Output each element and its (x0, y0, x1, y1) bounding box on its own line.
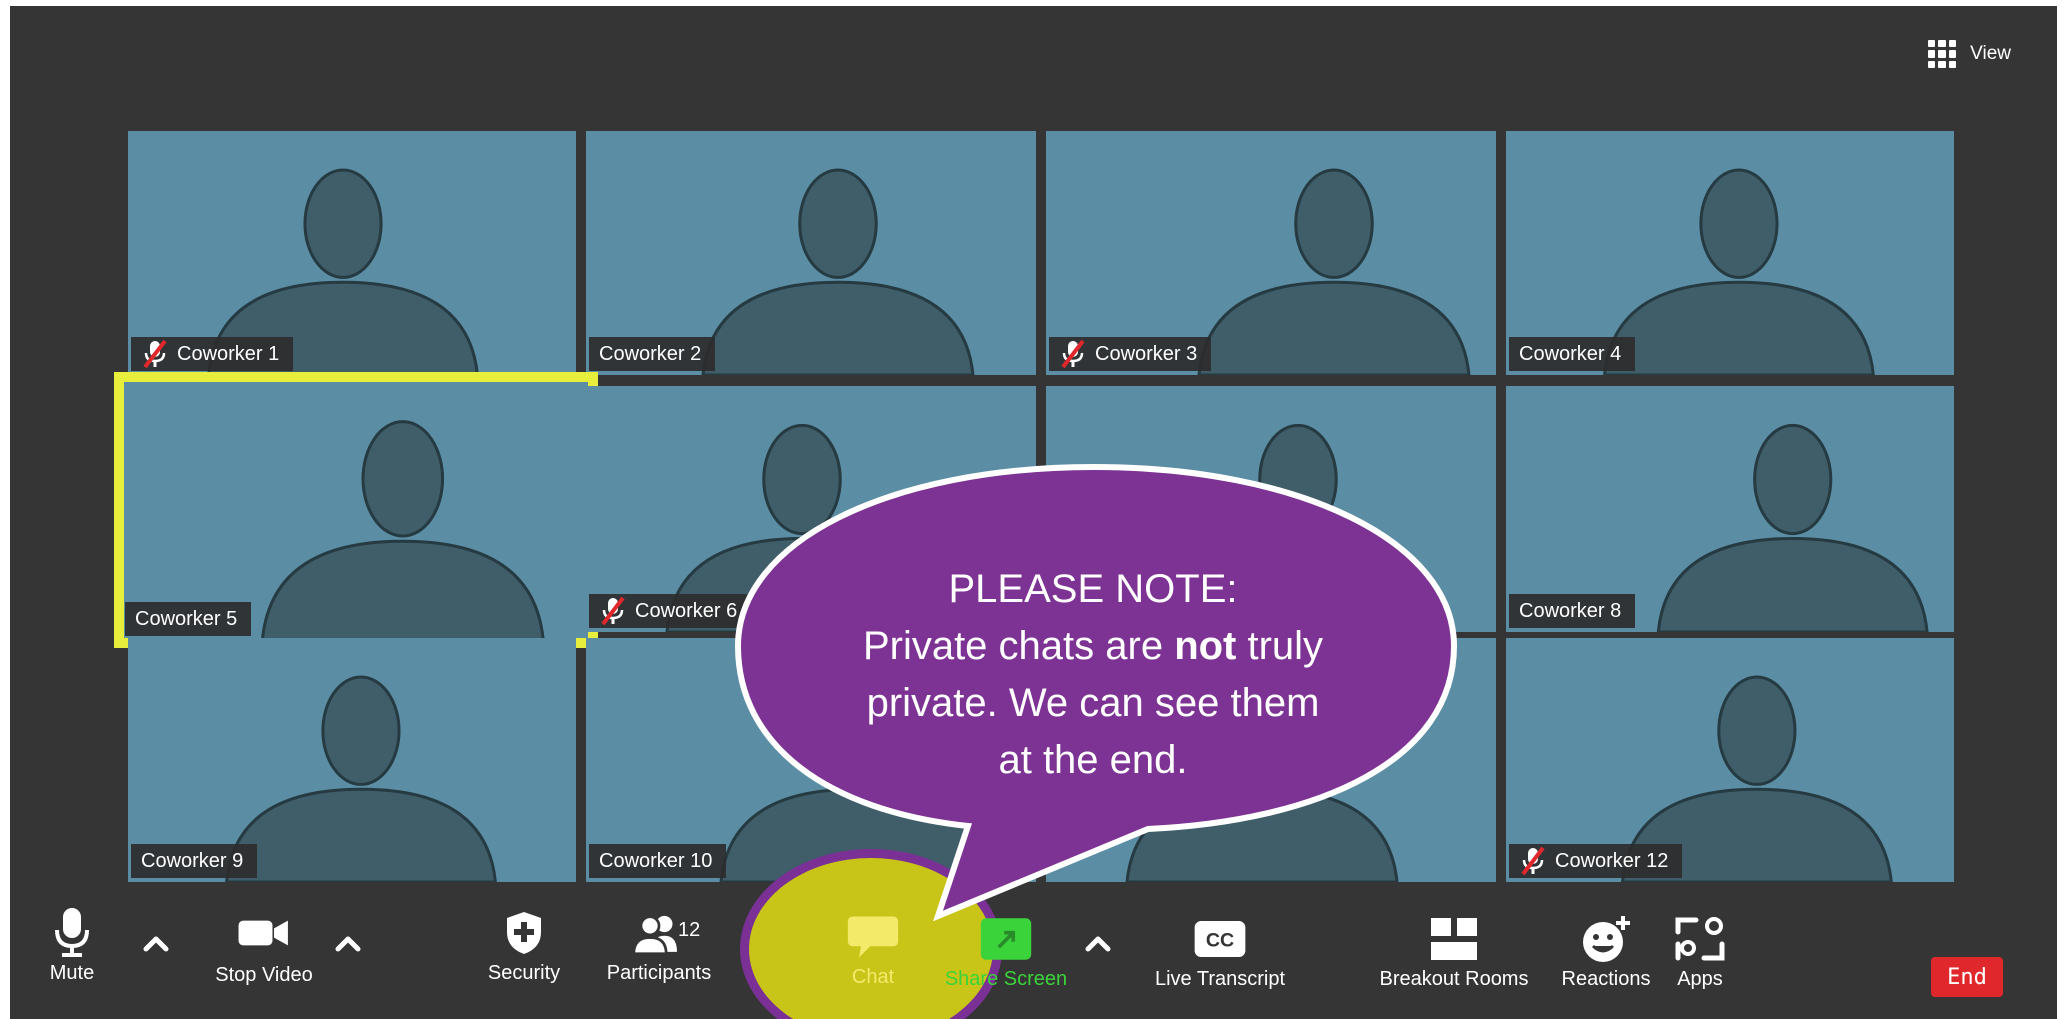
grid-icon (1928, 40, 1957, 68)
participant-name: Coworker 2 (599, 342, 702, 365)
muted-microphone-icon (1521, 846, 1545, 876)
breakout-rooms-label: Breakout Rooms (1379, 968, 1529, 990)
share-options-chevron[interactable] (1082, 928, 1114, 960)
participants-count: 12 (678, 919, 701, 941)
video-options-chevron[interactable] (332, 928, 364, 960)
video-tile-coworker-2[interactable]: Coworker 2 (586, 131, 1036, 375)
mute-label: Mute (49, 962, 95, 984)
breakout-rooms-icon (1427, 912, 1481, 966)
video-camera-icon (237, 906, 291, 960)
participant-name: Coworker 1 (177, 342, 280, 365)
video-tile-coworker-1[interactable]: Coworker 1 (128, 131, 576, 375)
participant-name-label: Coworker 8 (1509, 594, 1636, 628)
live-transcript-button[interactable]: CC Live Transcript (1150, 912, 1290, 991)
stop-video-button[interactable]: Stop Video (196, 906, 332, 987)
microphone-icon (45, 906, 99, 960)
view-label: View (1970, 43, 2011, 64)
participant-name: Coworker 3 (1095, 342, 1198, 365)
video-tile-coworker-6[interactable]: Coworker 6 (586, 386, 1036, 632)
view-button[interactable]: View (1928, 36, 2011, 72)
person-silhouette (1125, 675, 1399, 882)
muted-microphone-icon (1061, 339, 1085, 369)
video-tile-coworker-7[interactable] (1046, 386, 1496, 632)
share-screen-icon (979, 912, 1033, 966)
muted-microphone-icon (601, 596, 625, 626)
chat-label: Chat (851, 966, 895, 988)
video-tile-coworker-11[interactable] (1046, 638, 1496, 882)
participant-name-label: Coworker 4 (1509, 337, 1636, 371)
participant-name-label: Coworker 3 (1049, 337, 1212, 371)
video-tile-coworker-8[interactable]: Coworker 8 (1506, 386, 1954, 632)
participant-name: Coworker 9 (141, 849, 244, 872)
apps-label: Apps (1677, 968, 1723, 990)
participant-name-label: Coworker 10 (589, 844, 727, 878)
shield-icon (497, 906, 551, 960)
participant-name: Coworker 10 (599, 849, 713, 872)
video-tile-coworker-10[interactable]: Coworker 10 (586, 638, 1036, 882)
participant-name-label: Coworker 1 (131, 337, 294, 371)
participant-name-label: Coworker 9 (131, 844, 258, 878)
participant-name: Coworker 6 (635, 599, 738, 622)
chat-bubble-icon (846, 910, 900, 964)
apps-icon (1673, 912, 1727, 966)
participant-name-label: Coworker 12 (1509, 844, 1683, 878)
video-tile-coworker-9[interactable]: Coworker 9 (128, 638, 576, 882)
apps-button[interactable]: Apps (1664, 912, 1736, 991)
person-silhouette (1161, 423, 1435, 632)
security-label: Security (487, 962, 561, 984)
reactions-icon (1579, 912, 1633, 966)
participant-name-label: Coworker 6 (589, 594, 752, 628)
closed-captions-icon: CC (1193, 912, 1247, 966)
breakout-rooms-button[interactable]: Breakout Rooms (1364, 912, 1544, 991)
participant-name: Coworker 12 (1555, 849, 1669, 872)
reactions-button[interactable]: Reactions (1556, 912, 1656, 991)
svg-text:CC: CC (1206, 929, 1234, 951)
participant-name-label: Coworker 5 (125, 602, 252, 636)
participant-name-label: Coworker 2 (589, 337, 716, 371)
person-silhouette (260, 420, 545, 640)
audio-options-chevron[interactable] (140, 928, 172, 960)
video-tile-coworker-5[interactable]: Coworker 5 (114, 372, 598, 648)
share-screen-label: Share Screen (944, 968, 1068, 990)
mute-button[interactable]: Mute (36, 906, 108, 985)
stop-video-label: Stop Video (215, 964, 313, 986)
meeting-window: View Coworker 1 Coworker 2 Coworker 3 Co… (10, 6, 2057, 1019)
participants-button[interactable]: Participants (594, 906, 724, 985)
participant-name: Coworker 8 (1519, 599, 1622, 622)
video-tile-coworker-12[interactable]: Coworker 12 (1506, 638, 1954, 882)
participant-name: Coworker 5 (135, 607, 238, 630)
live-transcript-label: Live Transcript (1154, 968, 1286, 990)
video-tile-coworker-3[interactable]: Coworker 3 (1046, 131, 1496, 375)
muted-microphone-icon (143, 339, 167, 369)
share-screen-button[interactable]: Share Screen (944, 912, 1068, 991)
participant-name: Coworker 4 (1519, 342, 1622, 365)
chat-button[interactable]: Chat (830, 910, 916, 989)
security-button[interactable]: Security (476, 906, 572, 985)
reactions-label: Reactions (1561, 968, 1651, 990)
video-tile-coworker-4[interactable]: Coworker 4 (1506, 131, 1954, 375)
participants-label: Participants (606, 962, 712, 984)
end-meeting-button[interactable]: End (1931, 957, 2003, 997)
